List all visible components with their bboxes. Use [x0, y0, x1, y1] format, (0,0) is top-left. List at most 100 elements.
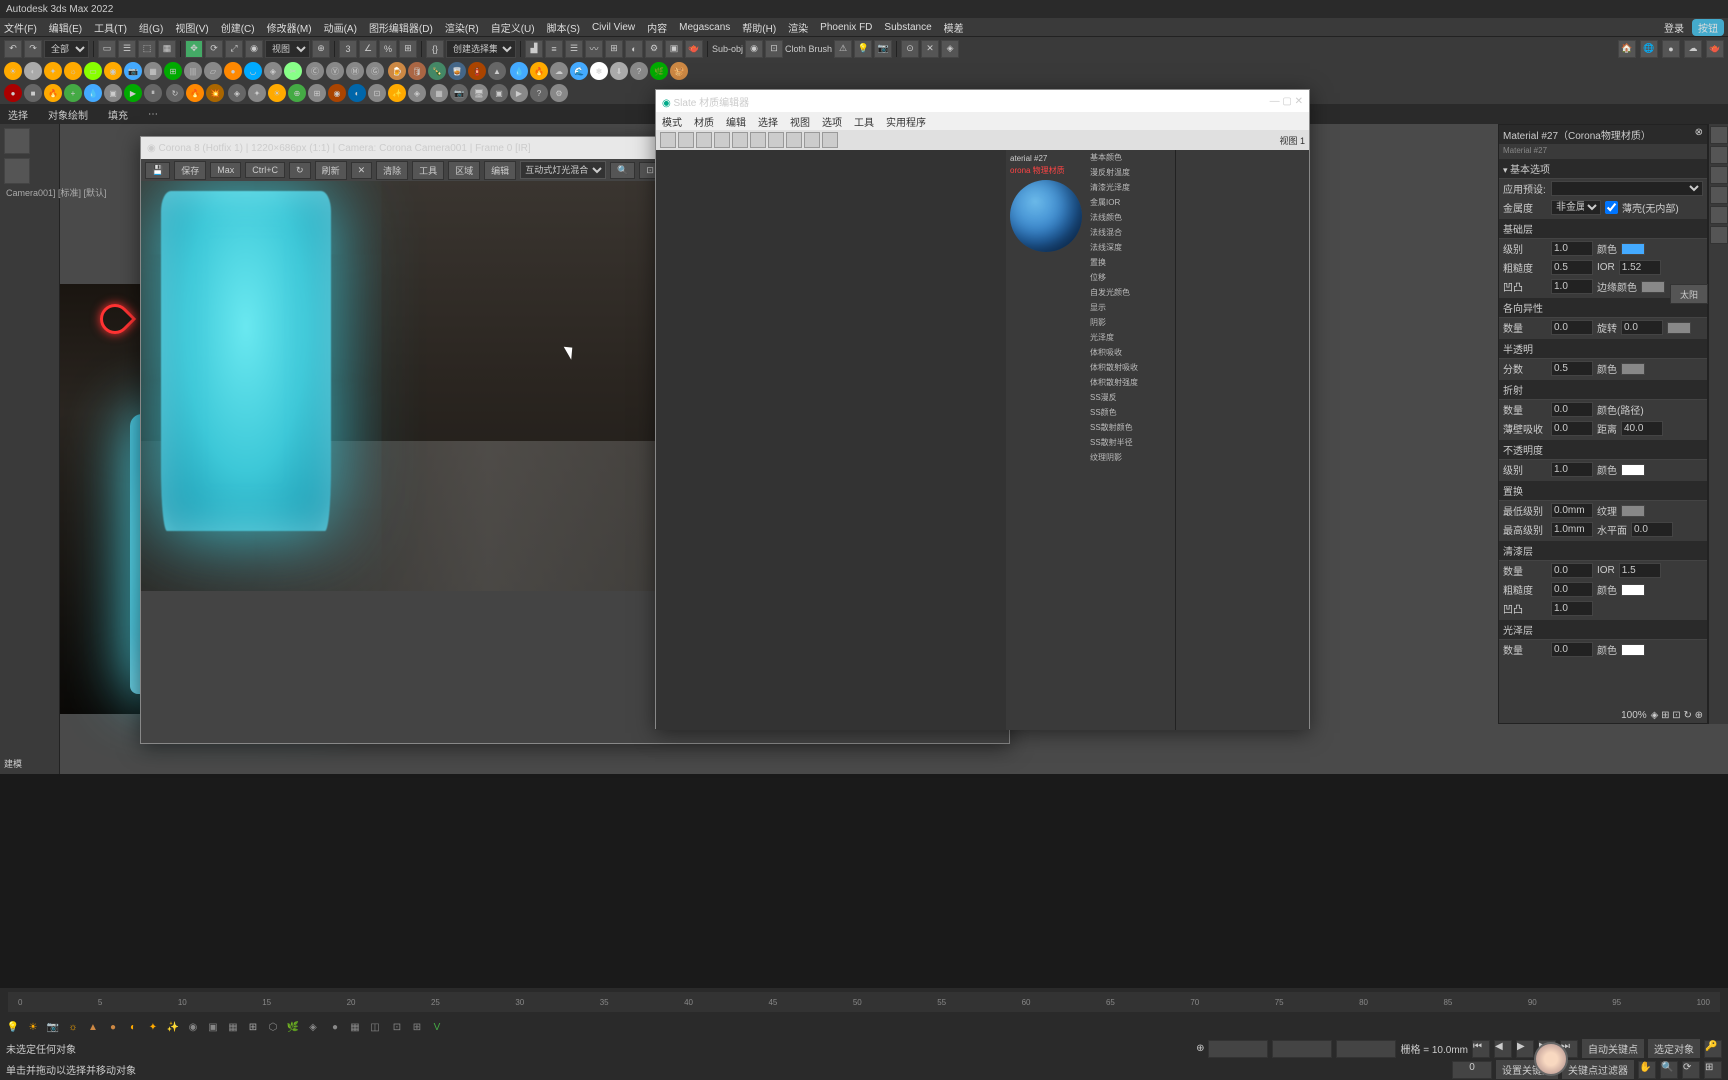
sheen-swatch[interactable]: [1621, 644, 1645, 656]
slate-menu-tools[interactable]: 工具: [854, 114, 874, 129]
autokey-label[interactable]: 自动关键点: [1582, 1039, 1644, 1058]
slate-wire-icon[interactable]: [822, 132, 838, 148]
menu-substance[interactable]: Substance: [884, 22, 931, 33]
home-icon[interactable]: 🏠: [1618, 40, 1636, 58]
workspace-badge[interactable]: 按钮: [1692, 19, 1724, 36]
slate-view-label[interactable]: 视图 1: [1279, 134, 1305, 147]
proxy-icon[interactable]: ▦: [144, 62, 162, 80]
cam2-icon[interactable]: 📷: [450, 84, 468, 102]
flame-icon[interactable]: 🔥: [530, 62, 548, 80]
current-frame[interactable]: 0: [1452, 1061, 1492, 1079]
tb-cube-icon[interactable]: ◫: [366, 1018, 384, 1036]
save-render-icon[interactable]: 💾: [145, 162, 170, 179]
warn-icon[interactable]: ⚠: [834, 40, 852, 58]
tab-select[interactable]: 选择: [8, 107, 28, 122]
slate-delete-icon[interactable]: [696, 132, 712, 148]
select-name-icon[interactable]: ☰: [118, 40, 136, 58]
menu-civilview[interactable]: Civil View: [592, 22, 635, 33]
vwater-icon[interactable]: 💧: [84, 84, 102, 102]
zoom-icons[interactable]: ◈ ⊞ ⊡ ↻ ⊕: [1651, 710, 1703, 721]
tb-spot-icon[interactable]: ◐: [124, 1018, 142, 1036]
pivot-icon[interactable]: ⊕: [312, 40, 330, 58]
scatter-icon[interactable]: ⊞: [164, 62, 182, 80]
volume-icon[interactable]: ◈: [264, 62, 282, 80]
sphere-icon[interactable]: ●: [1662, 40, 1680, 58]
pfx3-icon[interactable]: ☀: [268, 84, 286, 102]
slate-show-icon[interactable]: [804, 132, 820, 148]
tb-uvw-icon[interactable]: ⊞: [244, 1018, 262, 1036]
clearcoat-section[interactable]: 清漆层: [1499, 541, 1707, 561]
menu-animation[interactable]: 动画(A): [324, 20, 357, 35]
trans-swatch[interactable]: [1621, 363, 1645, 375]
menu-rendering[interactable]: 渲染(R): [445, 20, 479, 35]
coord-z-field[interactable]: [1336, 1040, 1396, 1058]
menu-modifiers[interactable]: 修改器(M): [267, 20, 312, 35]
setkey-label[interactable]: 选定对象: [1648, 1039, 1700, 1058]
named-sets-icon[interactable]: {}: [426, 40, 444, 58]
opacity-section[interactable]: 不透明度: [1499, 440, 1707, 460]
slate-menu-view[interactable]: 视图: [790, 114, 810, 129]
login-link[interactable]: 登录: [1664, 20, 1684, 35]
coord-x-field[interactable]: [1208, 1040, 1268, 1058]
menu-plugin[interactable]: 模差: [944, 20, 964, 35]
vfire-icon[interactable]: 🔥: [44, 84, 62, 102]
clear-icon[interactable]: ✕: [351, 162, 373, 179]
schematic-icon[interactable]: ⊞: [605, 40, 623, 58]
window-crossing-icon[interactable]: ▦: [158, 40, 176, 58]
reload-icon[interactable]: ↻: [166, 84, 184, 102]
move-icon[interactable]: ✥: [185, 40, 203, 58]
disp-map-icon[interactable]: [1621, 505, 1645, 517]
into-icon[interactable]: ⬇: [610, 62, 628, 80]
mat-instance-name[interactable]: Material #27: [1499, 144, 1707, 157]
barrel-icon[interactable]: 🛢: [408, 62, 426, 80]
refract-section[interactable]: 折射: [1499, 380, 1707, 400]
modeling-dropdown[interactable]: 建模: [4, 757, 22, 770]
sun-button[interactable]: 太阳: [1670, 284, 1708, 304]
menu-group[interactable]: 组(G): [139, 20, 163, 35]
prev-frame-icon[interactable]: ◀: [1494, 1040, 1512, 1058]
nav-orbit-icon[interactable]: ⟳: [1682, 1061, 1700, 1079]
pfx5-icon[interactable]: ⊞: [308, 84, 326, 102]
placement-icon[interactable]: ◉: [245, 40, 263, 58]
slate-menu-options[interactable]: 选项: [822, 114, 842, 129]
hierarchy-tab-icon[interactable]: [1710, 166, 1728, 184]
nav-max-icon[interactable]: ⊞: [1704, 1061, 1722, 1079]
cone-icon[interactable]: ▲: [488, 62, 506, 80]
utilities-tab-icon[interactable]: [1710, 226, 1728, 244]
sphere2-icon[interactable]: ●: [224, 62, 242, 80]
material-editor-icon[interactable]: ◐: [625, 40, 643, 58]
slate-minimize-icon[interactable]: —: [1270, 96, 1280, 107]
tb-bulb-icon[interactable]: ●: [104, 1018, 122, 1036]
pfx4-icon[interactable]: ⊕: [288, 84, 306, 102]
preset-select[interactable]: [1551, 181, 1703, 196]
menu-tools[interactable]: 工具(T): [94, 20, 127, 35]
slate-menu-utilities[interactable]: 实用程序: [886, 114, 926, 129]
v-icon[interactable]: Ⓥ: [326, 62, 344, 80]
menu-help[interactable]: 帮助(H): [742, 20, 776, 35]
snap-icon[interactable]: 3: [339, 40, 357, 58]
slate-move-icon[interactable]: [714, 132, 730, 148]
time-ruler[interactable]: 0 5 10 15 20 25 30 35 40 45 50 55 60 65 …: [8, 992, 1720, 1012]
slate-menu-modes[interactable]: 模式: [662, 114, 682, 129]
menu-render2[interactable]: 渲染: [788, 20, 808, 35]
plant-icon[interactable]: 🌿: [650, 62, 668, 80]
menu-content[interactable]: 内容: [647, 20, 667, 35]
slate-zoom-icon[interactable]: [750, 132, 766, 148]
tb-cone-icon[interactable]: ▲: [84, 1018, 102, 1036]
tb-proxy-icon[interactable]: ◈: [304, 1018, 322, 1036]
cam-icon[interactable]: 📷: [874, 40, 892, 58]
goto-start-icon[interactable]: ⏮: [1472, 1040, 1490, 1058]
refresh-button[interactable]: 刷新: [315, 161, 347, 180]
ocean-icon[interactable]: 🌊: [570, 62, 588, 80]
water-icon[interactable]: 💧: [510, 62, 528, 80]
nav-pan-icon[interactable]: ✋: [1638, 1061, 1656, 1079]
tb-mod-icon[interactable]: ⬡: [264, 1018, 282, 1036]
tb-grid2-icon[interactable]: ▦: [346, 1018, 364, 1036]
scale-icon[interactable]: ⤢: [225, 40, 243, 58]
menu-create[interactable]: 创建(C): [221, 20, 255, 35]
slate-maximize-icon[interactable]: ▢: [1282, 96, 1291, 107]
slate-assign-icon[interactable]: [678, 132, 694, 148]
stop-icon[interactable]: ■: [24, 84, 42, 102]
menu-file[interactable]: 文件(F): [4, 20, 37, 35]
slate-menu-material[interactable]: 材质: [694, 114, 714, 129]
